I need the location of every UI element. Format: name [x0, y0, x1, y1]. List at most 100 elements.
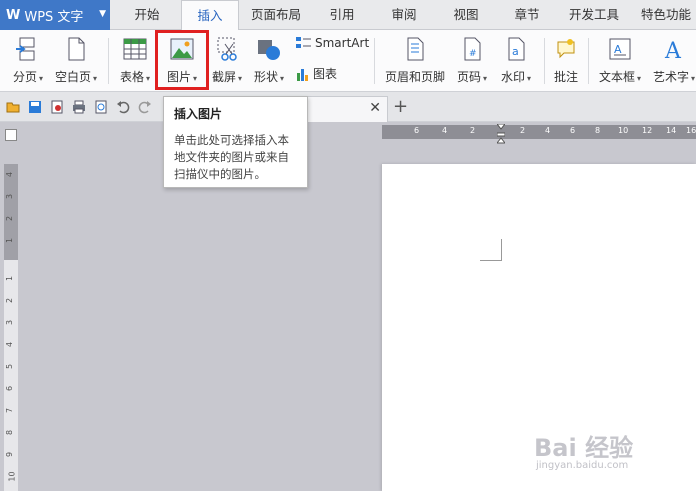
- ruler-tick-label: 6: [570, 126, 576, 135]
- blank-page-label: 空白页: [54, 70, 91, 84]
- wps-app-menu-button[interactable]: W WPS 文字 ▼: [0, 0, 110, 30]
- chevron-down-icon: ▼: [99, 9, 106, 19]
- header-footer-icon: [403, 36, 427, 62]
- page-break-icon: [16, 36, 40, 62]
- ruler-tick-label: 10: [618, 126, 629, 135]
- comment-label: 批注: [553, 70, 578, 84]
- ruler-tick-label: 6: [5, 385, 15, 392]
- shape-label: 形状: [253, 70, 278, 84]
- plus-icon[interactable]: +: [393, 96, 408, 117]
- ruler-tick-label: 2: [5, 215, 15, 222]
- ruler-tick-label: 5: [5, 363, 15, 370]
- header-footer-button[interactable]: 页眉和页脚: [384, 34, 446, 88]
- save-icon[interactable]: [28, 100, 42, 114]
- page-break-label: 分页: [12, 70, 37, 84]
- table-icon: [123, 36, 147, 62]
- export-pdf-icon[interactable]: [50, 100, 64, 114]
- ribbon-tab-bar: W WPS 文字 ▼ 开始 插入 页面布局 引用 审阅 视图 章节 开发工具 特…: [0, 0, 696, 31]
- tab-special[interactable]: 特色功能: [636, 0, 696, 30]
- comment-icon: [554, 36, 578, 62]
- ruler-tick-label: 3: [5, 319, 15, 326]
- screenshot-button[interactable]: 截屏 ▾: [208, 34, 246, 88]
- page-break-button[interactable]: 分页 ▾: [8, 34, 48, 88]
- tab-references[interactable]: 引用: [318, 0, 366, 30]
- separator: [108, 38, 109, 84]
- tab-insert[interactable]: 插入: [181, 0, 239, 31]
- textbox-icon: A: [608, 36, 632, 62]
- ruler-tick-label: 10: [7, 471, 17, 482]
- tab-stop-selector[interactable]: [5, 129, 17, 141]
- indent-marker-icon[interactable]: [497, 124, 505, 144]
- textbox-label: 文本框: [598, 70, 635, 84]
- chart-icon: [297, 68, 308, 81]
- watermark-button[interactable]: a 水印 ▾: [496, 34, 536, 88]
- svg-text:a: a: [512, 45, 519, 58]
- ruler-tick-label: 12: [642, 126, 653, 135]
- close-icon[interactable]: ✕: [369, 100, 381, 116]
- redo-icon[interactable]: [138, 100, 152, 114]
- scissors-icon: [215, 36, 239, 62]
- svg-text:A: A: [664, 39, 682, 62]
- svg-text:#: #: [469, 49, 477, 59]
- tab-review[interactable]: 审阅: [380, 0, 428, 30]
- table-button[interactable]: 表格 ▾: [116, 34, 154, 88]
- smartart-button[interactable]: SmartArt: [296, 36, 369, 50]
- tab-view[interactable]: 视图: [442, 0, 490, 30]
- watermark-icon: a: [504, 36, 528, 62]
- print-preview-icon[interactable]: [94, 100, 108, 114]
- watermark-url: jingyan.baidu.com: [536, 460, 629, 471]
- ruler-tick-label: 1: [5, 237, 15, 244]
- textbox-button[interactable]: A 文本框 ▾: [596, 34, 644, 88]
- print-icon[interactable]: [72, 100, 86, 114]
- comment-button[interactable]: 批注: [550, 34, 582, 88]
- smartart-icon: [296, 37, 311, 48]
- open-folder-icon[interactable]: [6, 100, 20, 114]
- shape-button[interactable]: 形状 ▾: [250, 34, 288, 88]
- insert-picture-tooltip: 插入图片 单击此处可选择插入本地文件夹的图片或来自扫描仪中的图片。: [163, 96, 308, 188]
- screenshot-label: 截屏: [211, 70, 236, 84]
- blank-page-button[interactable]: 空白页 ▾: [52, 34, 100, 88]
- undo-icon[interactable]: [116, 100, 130, 114]
- ruler-tick-label: 1: [5, 275, 15, 282]
- app-name: WPS 文字: [24, 9, 84, 25]
- tooltip-title: 插入图片: [174, 107, 223, 121]
- ruler-tick-label: 4: [5, 171, 15, 178]
- wordart-button[interactable]: A 艺术字 ▾: [652, 34, 696, 88]
- separator: [544, 38, 545, 84]
- insert-ribbon: 分页 ▾ 空白页 ▾ 表格 ▾ 图片 ▾ 截屏 ▾ 形状 ▾ SmartArt …: [0, 30, 696, 92]
- chart-button[interactable]: 图表: [296, 65, 337, 82]
- tab-developer[interactable]: 开发工具: [564, 0, 624, 30]
- ruler-tick-label: 14: [666, 126, 677, 135]
- shapes-icon: [257, 36, 281, 62]
- page-number-icon: #: [460, 36, 484, 62]
- ruler-tick-label: 2: [470, 126, 476, 135]
- ruler-tick-label: 4: [545, 126, 551, 135]
- ruler-tick-label: 6: [414, 126, 420, 135]
- tab-start[interactable]: 开始: [122, 0, 172, 30]
- wps-logo-icon: W: [6, 7, 21, 23]
- picture-button-highlight: [155, 30, 209, 90]
- ruler-tick-label: 7: [5, 407, 15, 414]
- chart-label: 图表: [313, 67, 338, 81]
- baidu-jingyan-watermark: Bai 经验 jingyan.baidu.com: [534, 420, 694, 480]
- blank-page-icon: [64, 36, 88, 62]
- page-number-button[interactable]: # 页码 ▾: [452, 34, 492, 88]
- page-margin-mark: [480, 239, 502, 261]
- header-footer-label: 页眉和页脚: [384, 70, 445, 84]
- ruler-tick-label: 9: [5, 451, 15, 458]
- ruler-tick-label: 2: [5, 297, 15, 304]
- smartart-label: SmartArt: [315, 36, 370, 50]
- separator: [588, 38, 589, 84]
- page-number-label: 页码: [456, 70, 481, 84]
- tab-page-layout[interactable]: 页面布局: [246, 0, 306, 30]
- table-label: 表格: [119, 70, 144, 84]
- tooltip-body: 单击此处可选择插入本地文件夹的图片或来自扫描仪中的图片。: [174, 133, 289, 181]
- ruler-tick-label: 4: [442, 126, 448, 135]
- ruler-tick-label: 3: [5, 193, 15, 200]
- ruler-tick-label: 2: [520, 126, 526, 135]
- ruler-tick-label: 8: [595, 126, 601, 135]
- separator: [374, 38, 375, 84]
- wordart-icon: A: [662, 36, 686, 64]
- tab-chapter[interactable]: 章节: [503, 0, 551, 30]
- ruler-tick-label: 16: [686, 126, 696, 135]
